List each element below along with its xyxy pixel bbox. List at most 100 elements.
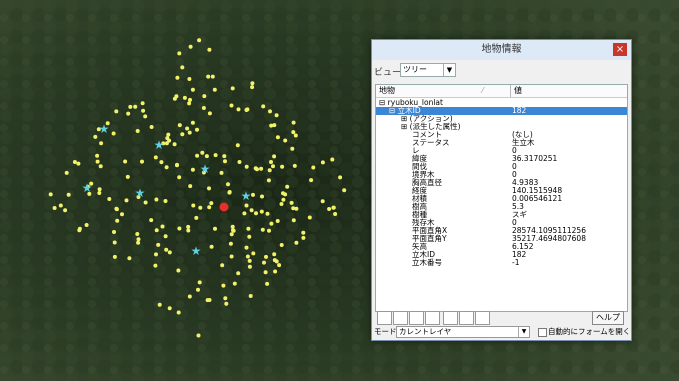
- tree-point[interactable]: [236, 271, 241, 276]
- tree-point[interactable]: [166, 132, 171, 137]
- window-titlebar[interactable]: 地物情報 ×: [372, 40, 631, 60]
- tree-point[interactable]: [260, 194, 264, 199]
- tree-point[interactable]: [202, 94, 207, 99]
- tree-point[interactable]: [124, 198, 129, 203]
- tree-point[interactable]: [277, 263, 282, 268]
- tree-point[interactable]: [128, 104, 133, 109]
- tree-point[interactable]: [185, 126, 190, 131]
- tree-point[interactable]: [153, 263, 158, 268]
- tree-point[interactable]: [251, 251, 256, 256]
- star-icon[interactable]: ★: [154, 138, 165, 152]
- tree-point[interactable]: [311, 165, 316, 170]
- tree-point[interactable]: [115, 218, 120, 223]
- tree-point[interactable]: [259, 166, 264, 171]
- tree-point[interactable]: [254, 211, 258, 216]
- tree-point[interactable]: [229, 103, 234, 108]
- tree-point[interactable]: [164, 141, 169, 146]
- tree-point[interactable]: [283, 138, 288, 143]
- toolbar-button-1[interactable]: [377, 311, 392, 325]
- tree-point[interactable]: [207, 47, 212, 52]
- tree-point[interactable]: [245, 254, 250, 259]
- tree-point[interactable]: [333, 212, 338, 216]
- tree-point[interactable]: [180, 65, 185, 70]
- tree-point[interactable]: [136, 237, 141, 242]
- tree-point[interactable]: [188, 184, 193, 189]
- tree-point[interactable]: [249, 208, 254, 213]
- tree-point[interactable]: [253, 166, 258, 171]
- tree-point[interactable]: [223, 296, 228, 301]
- tree-point[interactable]: [114, 109, 119, 114]
- tree-point[interactable]: [98, 164, 103, 169]
- tree-point[interactable]: [125, 174, 130, 179]
- tree-point[interactable]: [194, 215, 199, 220]
- tree-point[interactable]: [264, 254, 268, 259]
- tree-point[interactable]: [143, 114, 148, 119]
- tree-point[interactable]: [200, 150, 205, 155]
- tree-point[interactable]: [156, 242, 161, 247]
- tree-point[interactable]: [275, 135, 280, 140]
- tree-point[interactable]: [269, 221, 274, 226]
- tree-point[interactable]: [226, 182, 230, 187]
- tree-point[interactable]: [207, 186, 211, 191]
- tree-point[interactable]: [135, 129, 140, 133]
- tree-point[interactable]: [260, 227, 265, 232]
- tree-point[interactable]: [263, 270, 268, 275]
- tree-point[interactable]: [210, 74, 215, 79]
- close-button[interactable]: ×: [613, 43, 627, 56]
- tree-point[interactable]: [66, 192, 71, 197]
- tree-point[interactable]: [154, 252, 158, 257]
- tree-point[interactable]: [221, 283, 226, 288]
- tree-point[interactable]: [246, 226, 251, 231]
- tree-point[interactable]: [229, 254, 234, 259]
- tree-point[interactable]: [77, 228, 82, 233]
- tree-point[interactable]: [107, 197, 112, 201]
- tree-point[interactable]: [187, 294, 192, 299]
- tree-point[interactable]: [97, 191, 102, 195]
- tree-point[interactable]: [190, 87, 195, 92]
- star-icon[interactable]: ★: [82, 181, 93, 195]
- tree-point[interactable]: [269, 160, 273, 164]
- tree-point[interactable]: [52, 206, 57, 210]
- tree-point[interactable]: [294, 206, 299, 211]
- tree-point[interactable]: [196, 287, 200, 292]
- tree-point[interactable]: [188, 97, 192, 102]
- tree-point[interactable]: [95, 159, 100, 164]
- tree-point[interactable]: [120, 212, 124, 217]
- tree-point[interactable]: [205, 298, 210, 303]
- tree-point[interactable]: [159, 160, 164, 165]
- tree-point[interactable]: [331, 205, 336, 210]
- tree-point[interactable]: [111, 131, 116, 136]
- tree-point[interactable]: [141, 108, 146, 113]
- tree-point[interactable]: [244, 203, 249, 208]
- tree-point[interactable]: [153, 155, 158, 160]
- tree-point[interactable]: [247, 234, 252, 239]
- tree-point[interactable]: [163, 234, 168, 239]
- tree-point[interactable]: [58, 203, 63, 208]
- tree-point[interactable]: [320, 199, 325, 204]
- tree-point[interactable]: [209, 201, 214, 206]
- tree-point[interactable]: [204, 154, 209, 159]
- tree-point[interactable]: [149, 125, 154, 129]
- tree-point[interactable]: [195, 127, 199, 132]
- tree-point[interactable]: [190, 120, 195, 125]
- tree-point[interactable]: [272, 154, 277, 159]
- tree-point[interactable]: [250, 81, 255, 86]
- tree-point[interactable]: [280, 164, 285, 169]
- tree-point[interactable]: [267, 168, 272, 173]
- tree-point[interactable]: [167, 250, 172, 255]
- tree-point[interactable]: [175, 163, 179, 168]
- tree-point[interactable]: [163, 199, 168, 203]
- tree-point[interactable]: [187, 77, 192, 81]
- tree-point[interactable]: [224, 301, 229, 306]
- tree-point[interactable]: [272, 252, 277, 257]
- tree-point[interactable]: [186, 224, 191, 229]
- mode-select[interactable]: カレントレイヤ ▼: [396, 326, 530, 338]
- tree-point[interactable]: [251, 192, 255, 197]
- tree-point[interactable]: [289, 200, 294, 205]
- tree-point[interactable]: [301, 230, 306, 235]
- tree-point[interactable]: [307, 215, 312, 220]
- tree-point[interactable]: [283, 192, 288, 197]
- tree-point[interactable]: [267, 228, 271, 233]
- tree-point[interactable]: [207, 111, 212, 116]
- tree-point[interactable]: [99, 141, 104, 146]
